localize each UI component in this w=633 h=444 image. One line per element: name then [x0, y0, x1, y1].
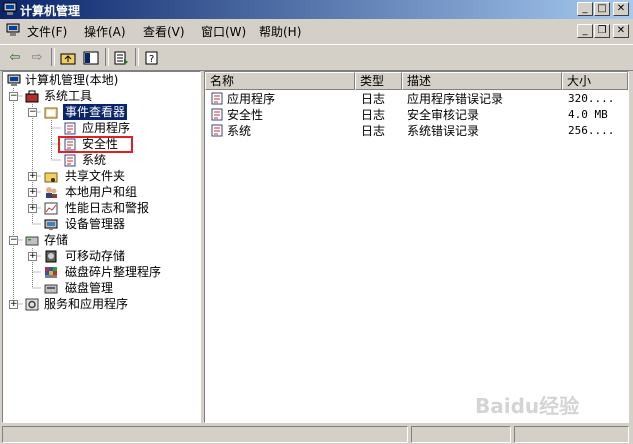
cell-type: 日志 [361, 124, 386, 138]
menu-file[interactable]: 文件(F) [27, 23, 67, 40]
toolbar-separator-3 [135, 48, 139, 66]
minimize-button[interactable]: _ [577, 2, 593, 16]
svg-text:?: ? [149, 54, 154, 65]
column-header-desc[interactable]: 描述 [402, 72, 562, 90]
table-row[interactable]: 系统 日志 系统错误记录 256.... [205, 123, 628, 139]
status-panel-main [2, 426, 408, 443]
toolbar-separator-2 [105, 48, 109, 66]
column-header-size[interactable]: 大小 [562, 72, 628, 90]
cell-size: 320.... [568, 92, 615, 105]
status-panel-3 [514, 426, 629, 443]
cell-name: 系统 [227, 124, 252, 138]
up-folder-icon[interactable] [57, 48, 79, 67]
tree-item-event-viewer[interactable]: 事件查看器 [63, 104, 128, 120]
computer-icon [7, 74, 21, 90]
cell-desc: 应用程序错误记录 [407, 92, 504, 106]
close-button[interactable]: ✕ [613, 2, 629, 16]
collapse-system-tools-icon[interactable]: − [9, 92, 18, 101]
export-list-icon[interactable] [110, 48, 132, 67]
users-icon [44, 186, 58, 202]
collapse-event-viewer-icon[interactable]: − [28, 108, 37, 117]
tree-item-storage[interactable]: 存储 [44, 232, 68, 248]
tree-item-perf-logs[interactable]: 性能日志和警报 [65, 200, 149, 216]
window-title: 计算机管理 [20, 4, 81, 18]
collapse-storage-icon[interactable]: − [9, 236, 18, 245]
expand-shared-folders-icon[interactable]: + [28, 172, 37, 181]
tree-item-services-apps[interactable]: 服务和应用程序 [44, 296, 128, 312]
highlight-box [58, 136, 133, 153]
tree-item-app-log[interactable]: 应用程序 [82, 120, 130, 136]
help-icon[interactable]: ? [141, 48, 163, 67]
title-bar: 计算机管理 _ □ ✕ [0, 0, 633, 19]
expand-removable-icon[interactable]: + [28, 252, 37, 261]
list-pane[interactable]: 名称 类型 描述 大小 应用程序 日志 应用程序错误记录 320.... 安全性… [204, 71, 629, 423]
menu-action[interactable]: 操作(A) [84, 23, 126, 40]
perf-logs-icon [44, 202, 58, 218]
show-hide-tree-icon[interactable] [80, 48, 102, 67]
status-panel-2 [411, 426, 511, 443]
tree-item-local-users[interactable]: 本地用户和组 [65, 184, 137, 200]
tree-item-device-manager[interactable]: 设备管理器 [65, 216, 125, 232]
menu-window[interactable]: 窗口(W) [201, 23, 246, 40]
cell-name: 应用程序 [227, 92, 276, 106]
log-icon [210, 92, 224, 108]
back-arrow-icon[interactable]: ⇦ [4, 48, 26, 67]
toolbar: ⇦ ⇨ ? [0, 44, 633, 71]
menu-help[interactable]: 帮助(H) [259, 23, 301, 40]
app-icon[interactable] [3, 2, 17, 16]
maximize-button[interactable]: □ [594, 2, 610, 16]
menu-view[interactable]: 查看(V) [143, 23, 185, 40]
cell-desc: 系统错误记录 [407, 124, 480, 138]
menu-bar: 文件(F) 操作(A) 查看(V) 窗口(W) 帮助(H) _ ❐ ✕ [0, 20, 633, 42]
watermark: Baidu经验 [475, 394, 580, 418]
expand-services-icon[interactable]: + [9, 300, 18, 309]
tree-item-root[interactable]: 计算机管理(本地) [25, 72, 118, 88]
column-header-name[interactable]: 名称 [205, 72, 355, 90]
expand-perf-logs-icon[interactable]: + [28, 204, 37, 213]
cell-name: 安全性 [227, 108, 264, 122]
event-viewer-icon [44, 106, 58, 122]
child-restore-button[interactable]: ❐ [594, 24, 610, 38]
storage-icon [25, 234, 39, 250]
toolbox-icon [25, 90, 39, 106]
tree-item-system-tools[interactable]: 系统工具 [44, 88, 92, 104]
menu-doc-icon[interactable] [6, 23, 20, 37]
table-row[interactable]: 安全性 日志 安全审核记录 4.0 MB [205, 107, 628, 123]
defrag-icon [44, 266, 58, 282]
toolbar-separator [51, 48, 55, 66]
cell-type: 日志 [361, 92, 386, 106]
shared-folder-icon [44, 170, 58, 186]
log-icon [210, 124, 224, 140]
cell-size: 4.0 MB [568, 108, 608, 121]
cell-type: 日志 [361, 108, 386, 122]
tree-item-removable[interactable]: 可移动存储 [65, 248, 125, 264]
tree-item-defrag[interactable]: 磁盘碎片整理程序 [65, 264, 161, 280]
forward-arrow-icon[interactable]: ⇨ [26, 48, 48, 67]
status-bar [0, 424, 633, 444]
tree-item-shared-folders[interactable]: 共享文件夹 [65, 168, 125, 184]
cell-desc: 安全审核记录 [407, 108, 480, 122]
child-minimize-button[interactable]: _ [577, 24, 593, 38]
tree-pane[interactable]: 计算机管理(本地) − 系统工具 − 事件查看器 应用程序 安全性 系统 + 共… [2, 71, 201, 423]
tree-item-disk-mgmt[interactable]: 磁盘管理 [65, 280, 113, 296]
tree-item-system-log[interactable]: 系统 [82, 152, 106, 168]
cell-size: 256.... [568, 124, 615, 137]
services-icon [25, 298, 39, 314]
removable-storage-icon [44, 250, 58, 266]
table-row[interactable]: 应用程序 日志 应用程序错误记录 320.... [205, 91, 628, 107]
child-close-button[interactable]: ✕ [613, 24, 629, 38]
log-icon [210, 108, 224, 124]
expand-local-users-icon[interactable]: + [28, 188, 37, 197]
column-header-type[interactable]: 类型 [355, 72, 402, 90]
